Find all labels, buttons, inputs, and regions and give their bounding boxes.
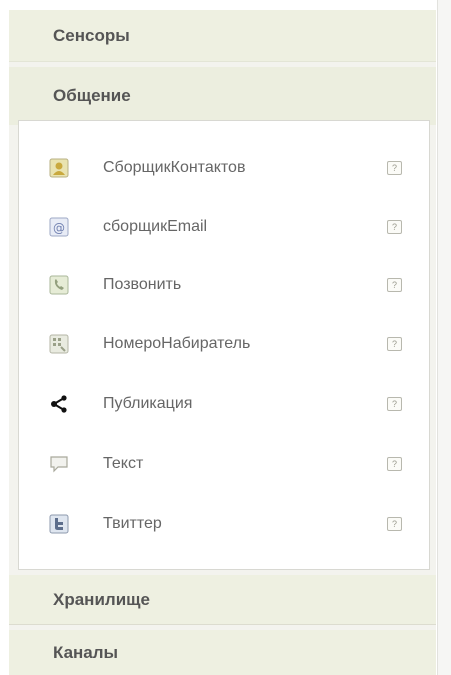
component-palette: Сенсоры Общение СборщикКонтактов ? @ сбо… bbox=[9, 10, 436, 675]
category-social-header[interactable]: Общение bbox=[9, 67, 436, 125]
component-label: СборщикКонтактов bbox=[103, 159, 246, 176]
help-icon[interactable]: ? bbox=[387, 397, 402, 411]
category-storage-header[interactable]: Хранилище bbox=[9, 575, 436, 625]
component-texting[interactable]: Текст ? bbox=[19, 444, 429, 484]
component-label: НомероНабиратель bbox=[103, 335, 251, 352]
component-contact-picker[interactable]: СборщикКонтактов ? bbox=[19, 148, 429, 188]
help-icon[interactable]: ? bbox=[387, 457, 402, 471]
category-sensors-label: Сенсоры bbox=[53, 25, 130, 45]
category-social-label: Общение bbox=[53, 86, 131, 105]
component-phone-call[interactable]: Позвонить ? bbox=[19, 265, 429, 305]
component-label: сборщикEmail bbox=[103, 218, 208, 235]
category-sensors-header[interactable]: Сенсоры bbox=[9, 10, 436, 62]
component-sharing[interactable]: Публикация ? bbox=[19, 384, 429, 424]
component-label: Текст bbox=[103, 455, 144, 472]
help-icon[interactable]: ? bbox=[387, 278, 402, 292]
help-icon[interactable]: ? bbox=[387, 517, 402, 531]
help-icon[interactable]: ? bbox=[387, 220, 402, 234]
palette-scrollbar[interactable] bbox=[437, 0, 451, 675]
twitter-icon bbox=[49, 514, 69, 534]
component-label: Твиттер bbox=[103, 515, 162, 532]
component-label: Позвонить bbox=[103, 276, 182, 293]
social-components-drawer: СборщикКонтактов ? @ сборщикEmail ? Позв… bbox=[18, 120, 430, 570]
help-icon[interactable]: ? bbox=[387, 161, 402, 175]
category-channels-header[interactable]: Каналы bbox=[9, 630, 436, 675]
svg-text:@: @ bbox=[53, 221, 65, 235]
component-email-picker[interactable]: @ сборщикEmail ? bbox=[19, 207, 429, 247]
component-phone-number-picker[interactable]: НомероНабиратель ? bbox=[19, 324, 429, 364]
email-picker-icon: @ bbox=[49, 217, 69, 237]
texting-icon bbox=[49, 454, 69, 474]
phone-call-icon bbox=[49, 275, 69, 295]
phone-number-picker-icon bbox=[49, 334, 69, 354]
component-twitter[interactable]: Твиттер ? bbox=[19, 504, 429, 544]
contact-picker-icon bbox=[49, 158, 69, 178]
component-label: Публикация bbox=[103, 395, 193, 412]
help-icon[interactable]: ? bbox=[387, 337, 402, 351]
category-storage-label: Хранилище bbox=[53, 589, 150, 609]
category-channels-label: Каналы bbox=[53, 642, 119, 662]
share-icon bbox=[49, 394, 69, 414]
